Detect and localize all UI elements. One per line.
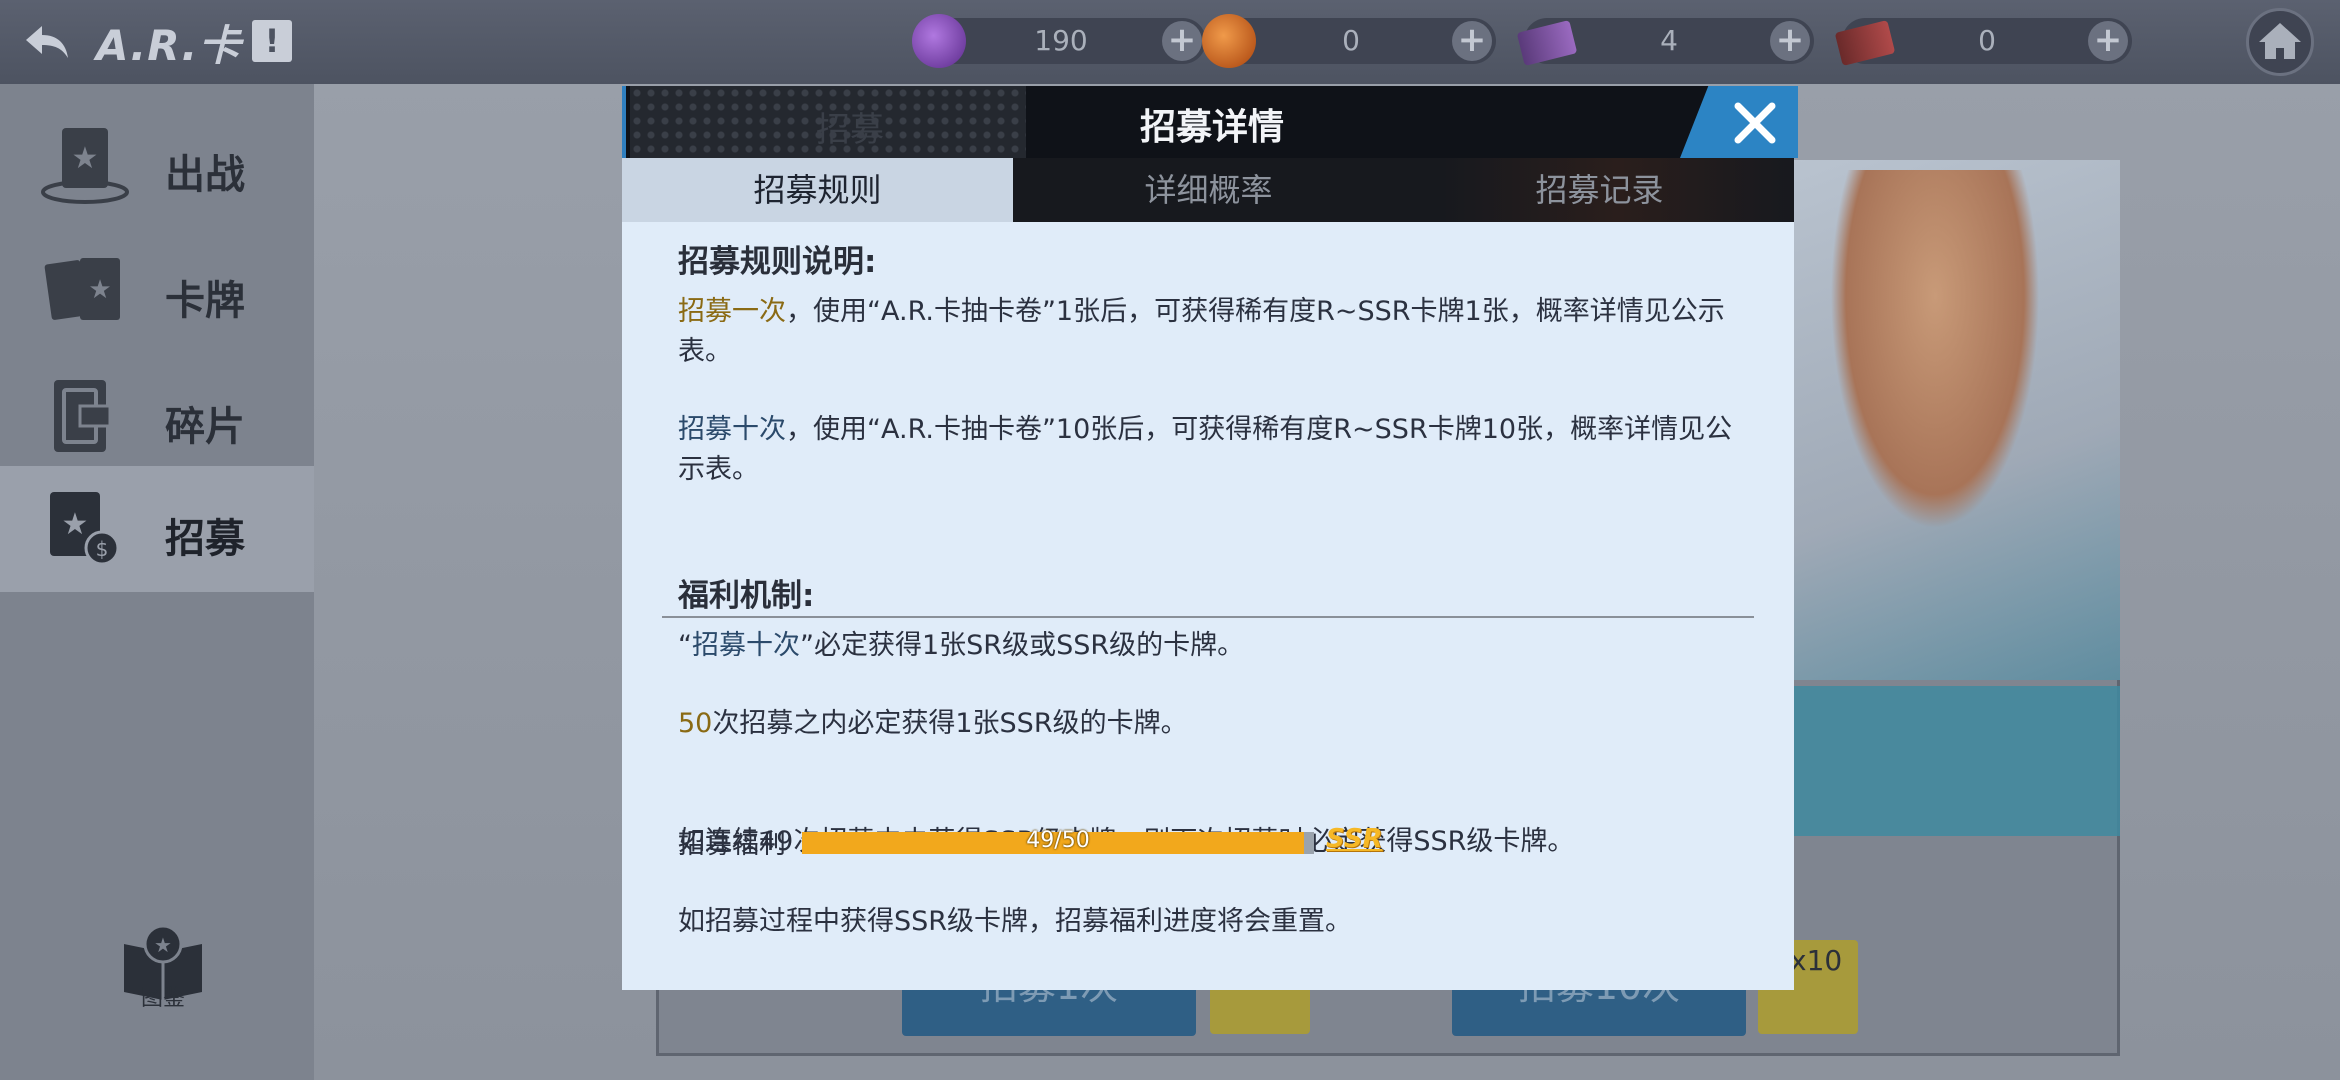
rules-content[interactable]: 招募规则说明: 招募一次，使用“A.R.卡抽卡卷”1张后，可获得稀有度R~SSR… <box>622 222 1794 990</box>
add-purple-ticket-button[interactable]: + <box>1770 21 1810 61</box>
sidebar-item-fragments[interactable]: 碎片 <box>0 354 314 480</box>
dialog-tabs: 招募规则 详细概率 招募记录 <box>622 158 1794 222</box>
currency-value: 4 <box>1660 24 1678 57</box>
deploy-card-icon: ★ <box>41 128 129 204</box>
red-ticket-icon <box>1834 19 1896 67</box>
dialog-header: 招募 招募详情 <box>622 86 1798 158</box>
fragment-icon <box>54 380 112 452</box>
sidebar-item-deploy[interactable]: ★ 出战 <box>0 102 314 228</box>
close-button[interactable] <box>1680 86 1798 158</box>
welfare-ten-guarantee: “招募十次”必定获得1张SR级或SSR级的卡牌。 <box>678 626 1738 666</box>
home-icon <box>2259 23 2301 59</box>
character-art-detail <box>1830 170 2040 530</box>
rules-heading: 招募规则说明: <box>678 244 877 280</box>
section-divider <box>662 616 1754 618</box>
ssr-badge: SSR <box>1326 824 1383 854</box>
recruit-card-icon: ★ $ <box>50 492 120 566</box>
svg-text:$: $ <box>96 537 109 561</box>
svg-text:★: ★ <box>62 507 89 542</box>
back-arrow-icon[interactable] <box>20 14 76 70</box>
currency-purple-ticket: 4 + <box>1516 18 1814 67</box>
rule-ten: 招募十次，使用“A.R.卡抽卡卷”10张后，可获得稀有度R~SSR卡牌10张，概… <box>678 410 1738 490</box>
welfare-ten-highlight: 招募十次 <box>692 630 800 661</box>
rule-single: 招募一次，使用“A.R.卡抽卡卷”1张后，可获得稀有度R~SSR卡牌1张，概率详… <box>678 292 1738 372</box>
sidebar-item-label: 碎片 <box>165 404 245 450</box>
sidebar-item-label: 卡牌 <box>165 278 245 324</box>
welfare-reset-rule: 如招募过程中获得SSR级卡牌，招募福利进度将会重置。 <box>678 906 1353 937</box>
add-purple-crystal-button[interactable]: + <box>1162 21 1202 61</box>
welfare-fifty-highlight: 50 <box>678 708 713 739</box>
cards-icon: ★ <box>44 258 120 320</box>
rule-single-highlight: 招募一次 <box>678 296 786 327</box>
sidebar-item-recruit[interactable]: ★ $ 招募 <box>0 466 314 592</box>
svg-text:★: ★ <box>88 275 111 305</box>
currency-orange-crystal: 0 + <box>1202 14 1496 68</box>
tab-recruit-history[interactable]: 招募记录 <box>1404 158 1795 222</box>
welfare-fifty-guarantee: 50次招募之内必定获得1张SSR级的卡牌。 <box>678 704 1738 744</box>
welfare-quote-open: “ <box>678 630 692 661</box>
progress-label: 招募福利 <box>678 829 786 860</box>
svg-text:★: ★ <box>72 141 99 176</box>
purple-ticket-icon <box>1516 19 1578 67</box>
tab-detailed-probability[interactable]: 详细概率 <box>1013 158 1404 222</box>
welfare-heading: 福利机制: <box>678 578 815 614</box>
sidebar-item-cards[interactable]: ★ 卡牌 <box>0 228 314 354</box>
rule-ten-highlight: 招募十次 <box>678 414 786 445</box>
rule-ten-text: ，使用“A.R.卡抽卡卷”10张后，可获得稀有度R~SSR卡牌10张，概率详情见… <box>678 414 1733 485</box>
currency-red-ticket: 0 + <box>1834 18 2132 67</box>
page-title: A.R.卡 <box>96 21 242 70</box>
home-button[interactable] <box>2246 8 2314 76</box>
info-icon[interactable]: ! <box>252 20 292 62</box>
recruit-details-dialog: 招募 招募详情 招募规则 详细概率 招募记录 招募规则说明: 招募一次，使用“A… <box>622 86 1798 990</box>
ticket-cost-count: x10 <box>1790 944 1843 977</box>
currency-purple-crystal: 190 + <box>912 14 1206 68</box>
currency-value: 0 <box>1342 24 1360 57</box>
add-red-ticket-button[interactable]: + <box>2088 21 2128 61</box>
sidebar-item-label: 招募 <box>165 516 245 562</box>
add-orange-crystal-button[interactable]: + <box>1452 21 1492 61</box>
codex-label: 图鉴 <box>140 986 185 1011</box>
currency-value: 0 <box>1978 24 1996 57</box>
currency-value: 190 <box>1034 24 1088 57</box>
svg-text:★: ★ <box>154 933 172 957</box>
close-icon <box>1734 102 1776 144</box>
dialog-title: 招募详情 <box>1139 107 1284 148</box>
rule-single-text: ，使用“A.R.卡抽卡卷”1张后，可获得稀有度R~SSR卡牌1张，概率详情见公示… <box>678 296 1725 367</box>
sidebar-item-label: 出战 <box>165 152 245 198</box>
welfare-fifty-text: 次招募之内必定获得1张SSR级的卡牌。 <box>712 708 1188 739</box>
sidebar: ★ 出战 ★ 卡牌 碎片 ★ $ 招募 ★ 图鉴 <box>0 84 314 1080</box>
top-bar: A.R.卡 ! 190 + 0 + 4 + 0 + <box>0 0 2340 84</box>
orange-crystal-icon <box>1202 14 1256 68</box>
welfare-ten-text: ”必定获得1张SR级或SSR级的卡牌。 <box>800 630 1245 661</box>
purple-crystal-icon <box>912 14 966 68</box>
progress-value: 49/50 <box>1026 828 1090 853</box>
progress-track: 49/50 <box>802 828 1314 854</box>
banner-band <box>1790 686 2120 836</box>
tab-recruit-rules[interactable]: 招募规则 <box>622 158 1013 222</box>
recruit-welfare-progress: 招募福利 49/50 SSR <box>678 822 1438 866</box>
